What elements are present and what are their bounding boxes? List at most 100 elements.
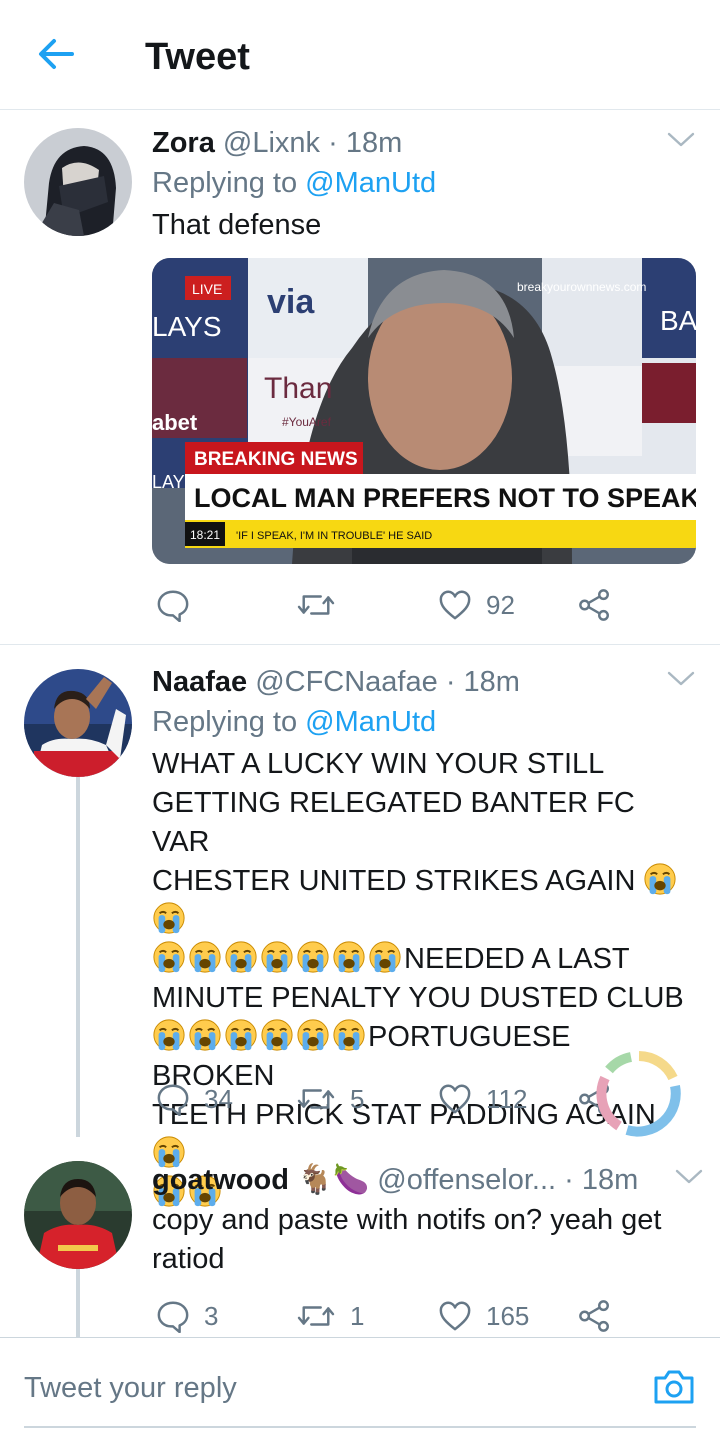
tweet-goatwood[interactable]: goatwood 🐐🍆 @offenselor... · 18m copy an…: [0, 1137, 720, 1337]
share-icon: [578, 1299, 612, 1333]
thread-line: [76, 1263, 80, 1337]
avatar[interactable]: [24, 128, 132, 236]
retweet-count: 5: [350, 1083, 365, 1114]
tweet-text: That defense: [152, 209, 322, 241]
replying-to: Replying to @ManUtd: [152, 706, 437, 738]
reply-placeholder: Tweet your reply: [24, 1372, 237, 1404]
bg-text: LAY: [152, 472, 185, 492]
page-title: Tweet: [145, 36, 250, 78]
retweet-button[interactable]: 5: [296, 1079, 364, 1119]
display-name[interactable]: Zora: [152, 127, 215, 159]
crying-face-icon: [152, 940, 186, 974]
tweet-meta: Zora @Lixnk · 18m: [152, 127, 403, 159]
bg-text: abet: [152, 410, 198, 435]
chevron-down-icon: [674, 1167, 704, 1187]
crying-face-icon: [260, 940, 294, 974]
tweet-text-line: NEEDED A LAST: [152, 940, 696, 979]
clock: 18:21: [190, 528, 220, 542]
reply-icon: [156, 588, 190, 622]
crying-face-icon: [296, 1018, 330, 1052]
crying-face-icon: [224, 940, 258, 974]
crying-face-icon: [368, 940, 402, 974]
tweet-options-button[interactable]: [666, 130, 696, 155]
reply-input[interactable]: Tweet your reply: [24, 1338, 696, 1428]
crying-face-icon: [260, 1018, 294, 1052]
reply-button[interactable]: [156, 585, 190, 625]
heart-icon: [438, 588, 472, 622]
retweet-button[interactable]: [296, 585, 336, 625]
crying-face-icon: [332, 940, 366, 974]
reply-button[interactable]: 3: [156, 1296, 218, 1336]
thread-line: [76, 771, 80, 1137]
loading-spinner-icon: [596, 1051, 681, 1137]
retweet-count: 1: [350, 1300, 365, 1331]
bg-text: LAYS: [152, 311, 222, 342]
tweet-text-line: GETTING RELEGATED BANTER FC VAR: [152, 787, 635, 858]
watermark: breakyourownnews.com: [517, 280, 646, 294]
bg-text: #YouAref: [282, 415, 332, 429]
retweet-icon: [296, 1082, 336, 1116]
heart-icon: [438, 1082, 472, 1116]
bg-text: via: [267, 283, 315, 321]
breaking-label: BREAKING NEWS: [194, 449, 358, 470]
reply-icon: [156, 1299, 190, 1333]
live-badge: LIVE: [192, 281, 222, 297]
share-button[interactable]: [578, 1296, 612, 1336]
user-handle[interactable]: @Lixnk: [223, 127, 320, 159]
replying-to-handle[interactable]: @ManUtd: [305, 167, 436, 199]
replying-to-handle[interactable]: @ManUtd: [305, 706, 436, 738]
timestamp: 18m: [581, 1164, 639, 1196]
like-count: 112: [486, 1083, 528, 1114]
share-button[interactable]: [578, 585, 612, 625]
back-button[interactable]: [30, 32, 82, 76]
chevron-down-icon: [666, 130, 696, 150]
crying-face-icon: [152, 1018, 186, 1052]
timestamp: 18m: [463, 666, 520, 698]
tweet-text-line: MINUTE PENALTY YOU DUSTED CLUB: [152, 982, 684, 1014]
tweet-actions: 3 1 165: [152, 1296, 692, 1336]
tweet-text-line: WHAT A LUCKY WIN YOUR STILL: [152, 748, 605, 780]
tweet-options-button[interactable]: [666, 669, 696, 694]
crying-face-icon: [332, 1018, 366, 1052]
crying-face-icon: [643, 862, 677, 896]
reply-count: 3: [204, 1300, 219, 1331]
tweet-text: copy and paste with notifs on? yeah get …: [152, 1204, 662, 1275]
like-count: 165: [486, 1300, 530, 1331]
like-button[interactable]: 112: [438, 1079, 527, 1119]
retweet-icon: [296, 1299, 336, 1333]
reply-icon: [156, 1082, 190, 1116]
display-name[interactable]: goatwood: [152, 1164, 289, 1196]
like-count: 92: [486, 589, 515, 620]
like-button[interactable]: 165: [438, 1296, 529, 1336]
crying-face-icon: [188, 1018, 222, 1052]
top-bar: Tweet: [0, 0, 720, 110]
crying-face-icon: [224, 1018, 258, 1052]
reply-composer: Tweet your reply: [0, 1337, 720, 1437]
reply-button[interactable]: 34: [156, 1079, 233, 1119]
crying-face-icon: [152, 901, 186, 935]
camera-button[interactable]: [652, 1366, 696, 1406]
ticker: 'IF I SPEAK, I'M IN TROUBLE' HE SAID: [236, 530, 432, 542]
tweet-zora[interactable]: Zora @Lixnk · 18m Replying to @ManUtd Th…: [0, 110, 720, 645]
tweet-image[interactable]: via LAYS Than #YouAref abet BA LAY break…: [152, 258, 696, 564]
crying-face-icon: [188, 940, 222, 974]
display-name[interactable]: Naafae: [152, 666, 247, 698]
bg-text: BA: [660, 305, 696, 336]
chevron-down-icon: [666, 669, 696, 689]
tweet-actions: 92: [152, 585, 692, 625]
tweet-meta: Naafae @CFCNaafae · 18m: [152, 666, 520, 698]
user-handle[interactable]: @offenselor...: [377, 1164, 556, 1196]
avatar[interactable]: [24, 669, 132, 777]
retweet-button[interactable]: 1: [296, 1296, 364, 1336]
tweet-meta: goatwood 🐐🍆 @offenselor... · 18m: [152, 1164, 639, 1196]
headline: LOCAL MAN PREFERS NOT TO SPEAK: [194, 483, 696, 513]
like-button[interactable]: 92: [438, 585, 515, 625]
user-handle[interactable]: @CFCNaafae: [255, 666, 438, 698]
arrow-left-icon: [39, 39, 74, 69]
tweet-options-button[interactable]: [674, 1167, 704, 1192]
tweet-text-line: CHESTER UNITED STRIKES AGAIN: [152, 862, 696, 940]
avatar[interactable]: [24, 1161, 132, 1269]
camera-icon: [654, 1370, 694, 1404]
heart-icon: [438, 1299, 472, 1333]
reply-count: 34: [204, 1083, 233, 1114]
